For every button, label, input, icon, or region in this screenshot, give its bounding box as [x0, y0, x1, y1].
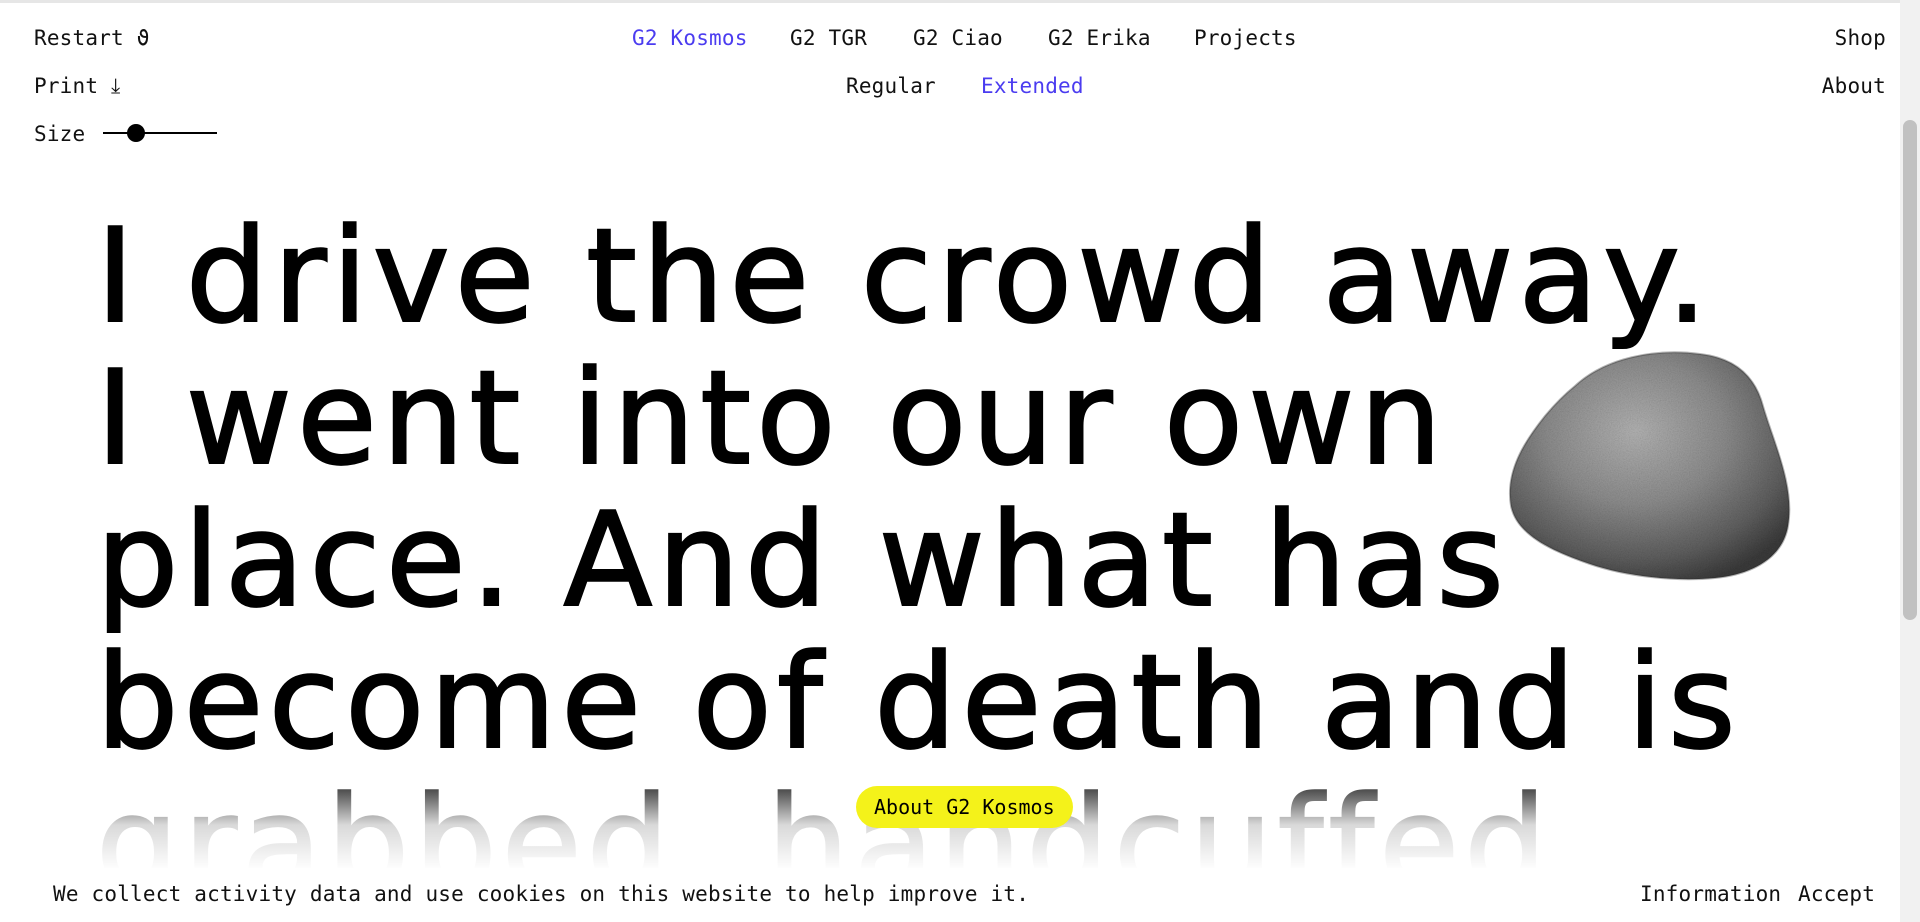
page-scrollbar[interactable] [1900, 0, 1920, 922]
size-slider-thumb[interactable] [127, 124, 145, 142]
nav-g2-kosmos[interactable]: G2 Kosmos [632, 26, 748, 50]
cookie-information-link[interactable]: Information [1640, 882, 1781, 906]
print-button[interactable]: Print ⤓ [34, 74, 121, 99]
top-border [0, 0, 1920, 3]
headline-line: become of death and is [95, 626, 1741, 778]
cookie-bar: We collect activity data and use cookies… [0, 868, 1900, 922]
cookie-accept-button[interactable]: Accept [1798, 882, 1875, 906]
nav-projects[interactable]: Projects [1194, 26, 1297, 50]
about-typeface-button[interactable]: About G2 Kosmos [856, 786, 1073, 828]
cookie-message: We collect activity data and use cookies… [53, 882, 1030, 906]
shop-link[interactable]: Shop [1835, 26, 1886, 50]
scrollbar-thumb[interactable] [1903, 120, 1917, 620]
size-slider-track [103, 132, 217, 134]
about-link[interactable]: About [1822, 74, 1886, 98]
nav-g2-tgr[interactable]: G2 TGR [790, 26, 867, 50]
nav-g2-ciao[interactable]: G2 Ciao [913, 26, 1003, 50]
nav-g2-erika[interactable]: G2 Erika [1048, 26, 1151, 50]
rock-image [1508, 351, 1791, 581]
size-label: Size [34, 122, 86, 146]
style-extended[interactable]: Extended [981, 74, 1084, 98]
style-regular[interactable]: Regular [846, 74, 936, 98]
size-slider[interactable] [103, 121, 217, 145]
restart-button[interactable]: Restart ϑ [34, 26, 150, 50]
headline-line: I drive the crowd away. [95, 200, 1713, 352]
